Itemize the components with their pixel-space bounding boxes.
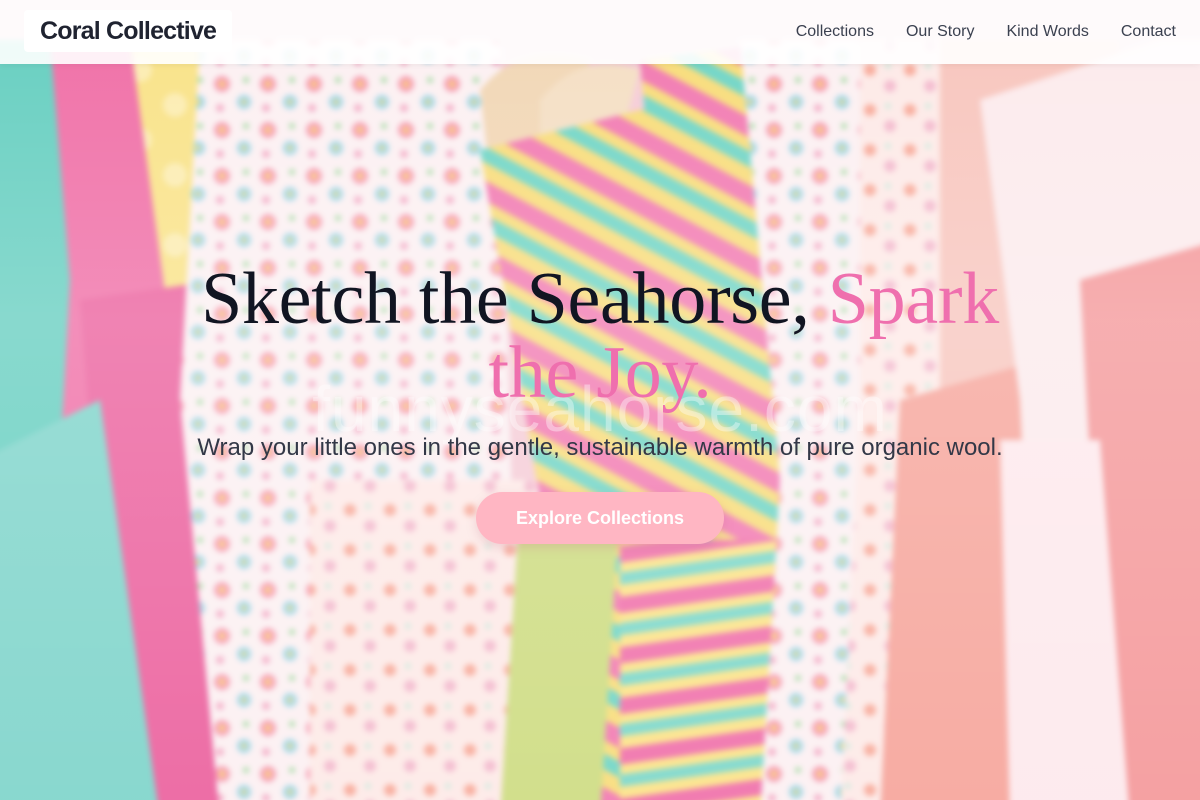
hero-title: Sketch the Seahorse, Spark the Joy. [190,262,1010,410]
top-navbar: Coral Collective Collections Our Story K… [0,0,1200,64]
nav-links: Collections Our Story Kind Words Contact [796,0,1176,64]
brand-logo[interactable]: Coral Collective [24,10,233,52]
hero-title-main: Sketch the Seahorse, [201,258,810,340]
nav-link-collections[interactable]: Collections [796,23,874,41]
hero-section: Sketch the Seahorse, Spark the Joy. Wrap… [0,262,1200,544]
nav-link-our-story[interactable]: Our Story [906,23,974,41]
hero-subtitle: Wrap your little ones in the gentle, sus… [197,434,1003,461]
explore-collections-button[interactable]: Explore Collections [476,492,724,544]
nav-link-kind-words[interactable]: Kind Words [1006,23,1088,41]
nav-link-contact[interactable]: Contact [1121,23,1176,41]
